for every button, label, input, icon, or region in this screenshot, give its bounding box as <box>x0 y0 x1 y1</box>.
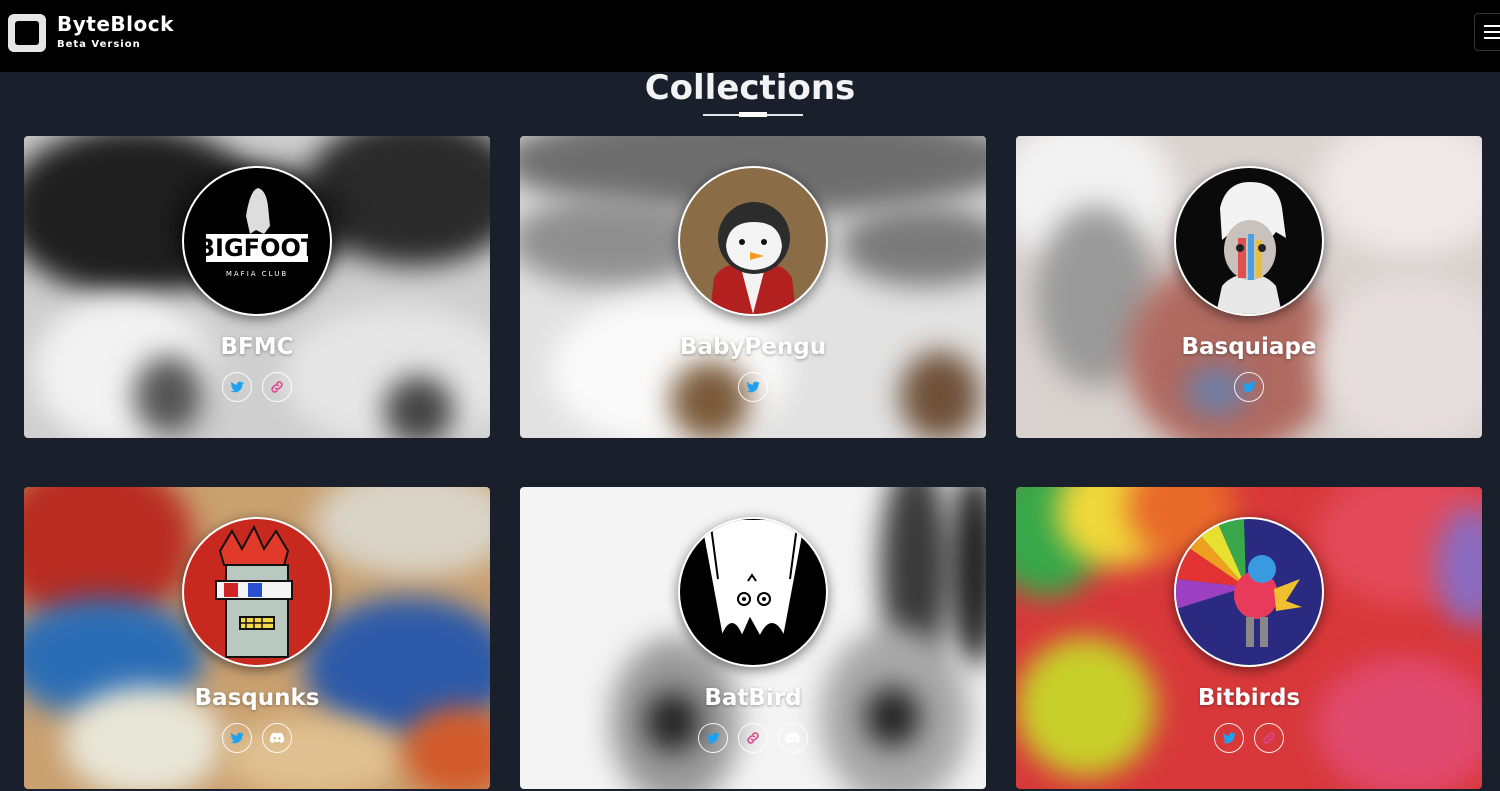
page-title: Collections <box>644 68 856 108</box>
collection-avatar[interactable] <box>1174 517 1324 667</box>
bigfoot-logo-icon: BIGFOOT MAFIA CLUB <box>197 188 318 278</box>
collection-name[interactable]: BFMC <box>24 334 490 360</box>
byteblock-logo-icon[interactable] <box>8 14 46 52</box>
social-links <box>24 372 490 402</box>
twitter-link[interactable] <box>222 372 252 402</box>
collection-avatar[interactable] <box>678 517 828 667</box>
hamburger-icon-line <box>1484 37 1500 39</box>
collection-card-bfmc[interactable]: BIGFOOT MAFIA CLUB BFMC <box>24 136 490 438</box>
top-navbar: ByteBlock Beta Version <box>0 0 1500 72</box>
discord-icon <box>785 732 801 744</box>
social-links <box>24 723 490 753</box>
collection-avatar[interactable] <box>182 517 332 667</box>
hamburger-menu-button[interactable] <box>1474 13 1500 51</box>
basquiat-punk-avatar-icon <box>215 524 293 658</box>
twitter-icon <box>1222 732 1236 744</box>
twitter-link[interactable] <box>1234 372 1264 402</box>
twitter-link[interactable] <box>698 723 728 753</box>
twitter-link[interactable] <box>738 372 768 402</box>
collection-card-basquiape[interactable]: Basquiape <box>1016 136 1482 438</box>
penguin-avatar-icon <box>710 202 796 314</box>
twitter-icon <box>230 732 244 744</box>
website-link[interactable] <box>1254 723 1284 753</box>
bitbird-avatar-icon <box>1176 519 1302 647</box>
collection-name[interactable]: Basqunks <box>24 685 490 711</box>
collection-card-bitbirds[interactable]: Bitbirds <box>1016 487 1482 789</box>
collection-avatar[interactable] <box>1174 166 1324 316</box>
collection-card-batbird[interactable]: BatBird <box>520 487 986 789</box>
social-links <box>520 723 986 753</box>
social-links <box>520 372 986 402</box>
twitter-icon <box>706 732 720 744</box>
twitter-link[interactable] <box>1214 723 1244 753</box>
collection-card-babypengu[interactable]: BabyPengu <box>520 136 986 438</box>
twitter-icon <box>746 381 760 393</box>
collection-card-basqunks[interactable]: Basqunks <box>24 487 490 789</box>
collection-name[interactable]: Bitbirds <box>1016 685 1482 711</box>
collection-avatar[interactable]: BIGFOOT MAFIA CLUB <box>182 166 332 316</box>
collection-name[interactable]: BabyPengu <box>520 334 986 360</box>
collection-name[interactable]: BatBird <box>520 685 986 711</box>
website-link[interactable] <box>738 723 768 753</box>
batbird-avatar-icon <box>680 519 826 665</box>
collection-avatar[interactable] <box>678 166 828 316</box>
ape-avatar-icon <box>1216 182 1286 314</box>
title-underline-mark <box>739 112 767 117</box>
discord-icon <box>269 732 285 744</box>
brand-name[interactable]: ByteBlock <box>57 12 174 36</box>
link-icon <box>271 381 283 393</box>
twitter-icon <box>230 381 244 393</box>
svg-text:BIGFOOT: BIGFOOT <box>197 234 318 262</box>
link-icon <box>1263 732 1275 744</box>
website-link[interactable] <box>262 372 292 402</box>
brand-subtitle: Beta Version <box>57 39 141 50</box>
discord-link[interactable] <box>262 723 292 753</box>
social-links <box>1016 723 1482 753</box>
hamburger-icon-line <box>1484 31 1500 33</box>
link-icon <box>747 732 759 744</box>
twitter-icon <box>1242 381 1256 393</box>
hamburger-icon <box>1484 25 1500 27</box>
discord-link[interactable] <box>778 723 808 753</box>
social-links <box>1016 372 1482 402</box>
collection-name[interactable]: Basquiape <box>1016 334 1482 360</box>
svg-text:MAFIA CLUB: MAFIA CLUB <box>226 270 288 278</box>
twitter-link[interactable] <box>222 723 252 753</box>
